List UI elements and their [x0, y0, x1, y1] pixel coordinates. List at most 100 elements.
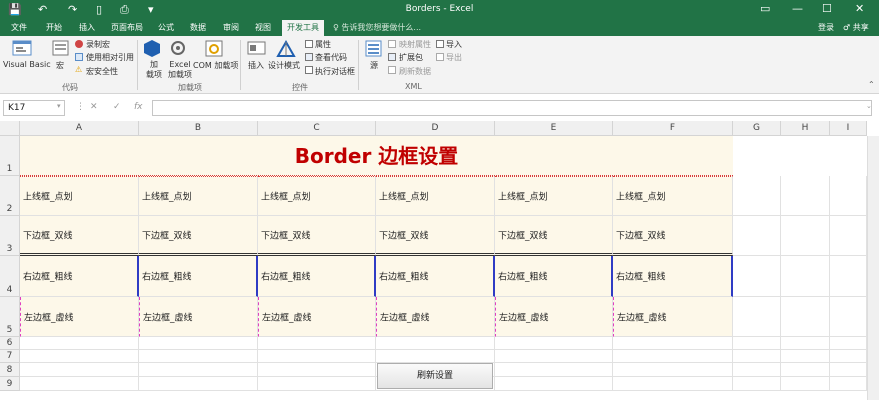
cell[interactable]: 下边框_双线 [495, 216, 613, 256]
relative-reference-button[interactable]: 使用相对引用 [86, 52, 134, 63]
column-header-g[interactable]: G [733, 121, 781, 136]
column-header-b[interactable]: B [139, 121, 258, 136]
cell[interactable] [20, 337, 139, 350]
cell[interactable] [781, 363, 830, 377]
collapse-ribbon-icon[interactable]: ⌃ [868, 80, 875, 89]
visual-basic-button[interactable]: Visual Basic [3, 60, 51, 69]
column-header-i[interactable]: I [830, 121, 867, 136]
tab-insert[interactable]: 插入 [79, 22, 95, 33]
cell[interactable] [781, 350, 830, 363]
select-all-corner[interactable] [0, 121, 20, 136]
row-header-8[interactable]: 8 [0, 363, 20, 377]
cell[interactable]: 左边框_虚线 [139, 297, 258, 337]
xml-source-button[interactable]: 源 [370, 60, 378, 71]
row-header-5[interactable]: 5 [0, 297, 20, 337]
cell[interactable]: 左边框_虚线 [20, 297, 139, 337]
cell[interactable]: 右边框_粗线 [376, 256, 495, 297]
cell[interactable]: 下边框_双线 [376, 216, 495, 256]
cell[interactable] [733, 377, 781, 391]
insert-control-button[interactable]: 插入 [248, 60, 264, 71]
cell[interactable] [830, 363, 867, 377]
cell[interactable] [139, 337, 258, 350]
column-header-c[interactable]: C [258, 121, 376, 136]
cell[interactable] [495, 337, 613, 350]
cell[interactable] [733, 297, 781, 337]
expansion-pack-button[interactable]: 扩展包 [399, 52, 423, 63]
tab-file[interactable]: 文件 [11, 22, 27, 33]
ribbon-display-button[interactable]: ▭ [760, 2, 770, 15]
cell[interactable] [376, 350, 495, 363]
cell[interactable] [733, 350, 781, 363]
cell[interactable] [781, 256, 830, 297]
cell[interactable]: 右边框_粗线 [258, 256, 376, 297]
cell[interactable] [258, 363, 376, 377]
cell[interactable]: 上线框_点划 [495, 176, 613, 216]
cell[interactable] [20, 377, 139, 391]
vertical-scrollbar[interactable] [867, 136, 879, 400]
cell[interactable] [781, 377, 830, 391]
cell[interactable] [830, 216, 867, 256]
cell[interactable] [830, 256, 867, 297]
cell[interactable]: 下边框_双线 [139, 216, 258, 256]
cell[interactable] [830, 176, 867, 216]
cell[interactable] [20, 363, 139, 377]
record-macro-button[interactable]: 录制宏 [86, 39, 110, 50]
enter-icon[interactable]: ✓ [113, 102, 121, 112]
cell[interactable]: 右边框_粗线 [613, 256, 733, 297]
column-header-a[interactable]: A [20, 121, 139, 136]
macros-button[interactable]: 宏 [56, 60, 64, 71]
cell[interactable]: 下边框_双线 [20, 216, 139, 256]
cell[interactable] [830, 337, 867, 350]
maximize-button[interactable]: ☐ [822, 2, 832, 15]
com-addins-button[interactable]: COM 加载项 [193, 60, 238, 71]
cell[interactable] [258, 337, 376, 350]
formula-bar-resize-icon[interactable]: ⋮ [76, 102, 85, 112]
tab-home[interactable]: 开始 [46, 22, 62, 33]
cell[interactable]: 左边框_虚线 [376, 297, 495, 337]
cell[interactable]: 右边框_粗线 [139, 256, 258, 297]
cell[interactable] [830, 297, 867, 337]
cell[interactable] [830, 377, 867, 391]
tab-review[interactable]: 审阅 [223, 22, 239, 33]
insert-function-icon[interactable]: fx [134, 102, 143, 112]
expand-formula-bar-icon[interactable]: ⌄ [866, 102, 872, 110]
cell[interactable] [258, 377, 376, 391]
cell[interactable] [733, 216, 781, 256]
cell[interactable] [613, 363, 733, 377]
cell[interactable] [258, 350, 376, 363]
cell[interactable]: 左边框_虚线 [613, 297, 733, 337]
cell[interactable] [733, 363, 781, 377]
cell[interactable] [139, 377, 258, 391]
tab-developer[interactable]: 开发工具 [282, 20, 324, 36]
view-code-button[interactable]: 查看代码 [315, 52, 347, 63]
cell[interactable]: 上线框_点划 [613, 176, 733, 216]
cell[interactable]: 右边框_粗线 [20, 256, 139, 297]
row-header-1[interactable]: 1 [0, 136, 20, 176]
cell[interactable] [781, 176, 830, 216]
cell[interactable]: 右边框_粗线 [495, 256, 613, 297]
cell[interactable] [733, 337, 781, 350]
tab-formulas[interactable]: 公式 [158, 22, 174, 33]
name-box-dropdown-icon[interactable]: ▾ [57, 102, 61, 110]
cell[interactable]: 上线框_点划 [258, 176, 376, 216]
import-button[interactable]: 导入 [446, 39, 462, 50]
macro-security-button[interactable]: 宏安全性 [86, 66, 118, 77]
cell[interactable] [781, 297, 830, 337]
cell[interactable]: 下边框_双线 [258, 216, 376, 256]
cell[interactable]: 下边框_双线 [613, 216, 733, 256]
tab-page-layout[interactable]: 页面布局 [111, 22, 143, 33]
properties-button[interactable]: 属性 [315, 39, 331, 50]
export-button[interactable]: 导出 [446, 52, 462, 63]
row-header-6[interactable]: 6 [0, 337, 20, 350]
refresh-data-button[interactable]: 刷新数据 [399, 66, 431, 77]
sign-in-link[interactable]: 登录 [818, 22, 834, 33]
cell[interactable] [495, 377, 613, 391]
sheet-title-cell[interactable]: Border 边框设置 [20, 136, 733, 176]
cell[interactable] [733, 176, 781, 216]
row-header-9[interactable]: 9 [0, 377, 20, 391]
excel-addins-button[interactable]: Excel 加载项 [168, 60, 192, 80]
cell[interactable] [733, 256, 781, 297]
cell[interactable]: 上线框_点划 [139, 176, 258, 216]
cell[interactable] [830, 350, 867, 363]
design-mode-button[interactable]: 设计模式 [268, 60, 300, 71]
